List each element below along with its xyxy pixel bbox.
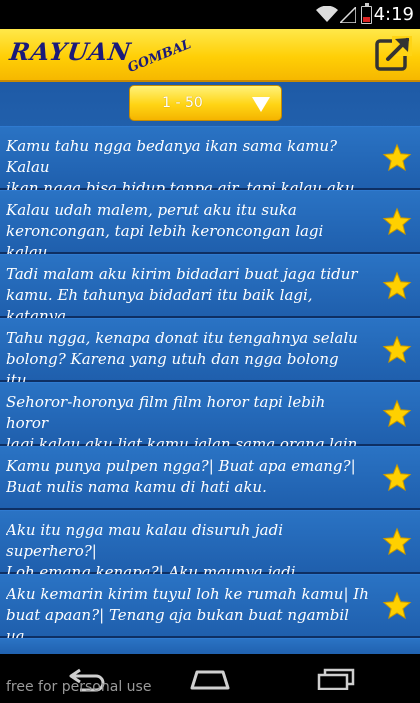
list-item[interactable]: Sehoror-horonya film film horor tapi leb… [0,382,420,453]
home-icon[interactable] [190,668,230,690]
list-item[interactable]: Kamu punya pulpen ngga?| Buat apa emang?… [0,446,420,510]
wifi-icon [316,6,338,22]
star-icon[interactable] [382,399,412,429]
recent-apps-icon[interactable] [316,668,356,690]
list-item[interactable]: Aku kemarin kirim tuyul loh ke rumah kam… [0,574,420,645]
star-icon[interactable] [382,143,412,173]
logo-sub-text: GOMBAL [125,36,194,77]
list-item[interactable]: Tadi malam aku kirim bidadari buat jaga … [0,254,420,325]
star-icon[interactable] [382,271,412,301]
range-label: 1 - 50 [162,95,203,111]
status-bar: 4:19 [0,0,420,29]
star-icon[interactable] [382,527,412,557]
logo-main-text: RAYUAN [7,37,134,66]
star-icon[interactable] [382,591,412,621]
app-header: RAYUAN GOMBAL [0,29,420,82]
signal-icon [340,7,356,23]
star-icon[interactable] [382,207,412,237]
star-icon[interactable] [382,463,412,493]
list-item[interactable]: Aku itu ngga mau kalau disuruh jadi supe… [0,510,420,602]
list-item[interactable]: Kamu tahu ngga bedanya ikan sama kamu? K… [0,126,420,197]
list-item[interactable]: Kalau udah malem, perut aku itu suka ker… [0,190,420,261]
status-time: 4:19 [373,4,414,25]
list-item[interactable] [0,638,420,654]
list-item-text: Kamu punya pulpen ngga?| Buat apa emang?… [6,457,356,496]
battery-icon [361,3,372,24]
range-selector[interactable]: 1 - 50 [129,85,282,121]
main-content: 1 - 50 Kamu tahu ngga bedanya ikan sama … [0,82,420,654]
share-icon[interactable] [374,33,414,73]
star-icon[interactable] [382,335,412,365]
dropdown-arrow-icon [252,97,270,112]
list-item[interactable]: Tahu ngga, kenapa donat itu tengahnya se… [0,318,420,389]
watermark-text: free for personal use [6,679,152,695]
quote-list: Kamu tahu ngga bedanya ikan sama kamu? K… [0,126,420,654]
